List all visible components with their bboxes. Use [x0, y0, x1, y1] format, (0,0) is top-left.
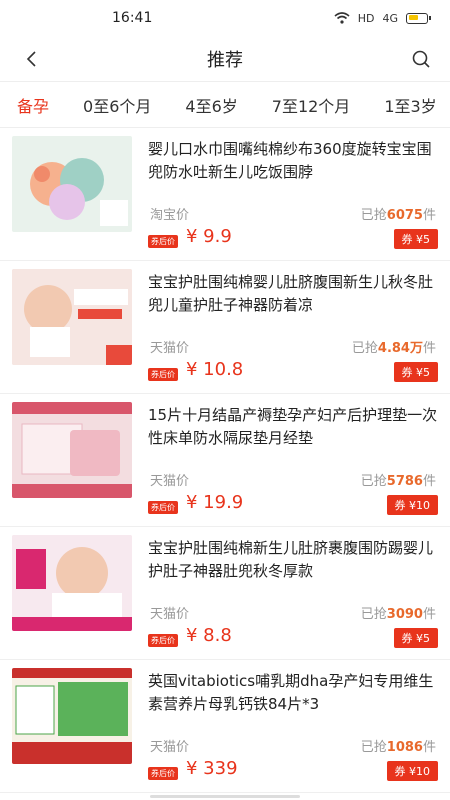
product-image[interactable] — [12, 269, 132, 365]
status-bar: 16:41 HD 4G — [0, 0, 450, 36]
sold-count: 已抢4.84万件 — [351, 341, 436, 356]
product-list: 婴儿口水巾围嘴纯棉纱布360度旋转宝宝围兜防水吐新生儿吃饭围脖 淘宝价 已抢60… — [0, 128, 450, 793]
coupon-button[interactable]: 券 ¥10 — [386, 495, 438, 515]
product-title[interactable]: 15片十月结晶产褥垫孕产妇产后护理垫一次性床单防水隔尿垫月经垫 — [148, 404, 440, 452]
chevron-left-icon — [26, 51, 36, 67]
product-item[interactable]: 英国vitabiotics哺乳期dha孕产妇专用维生素营养片母乳钙铁84片*3 … — [0, 660, 450, 793]
tab-7-12-months[interactable]: 7至12个月 — [260, 93, 351, 117]
battery-icon — [406, 12, 431, 24]
tab-prepregnancy[interactable]: 备孕 — [3, 93, 49, 117]
home-indicator — [150, 795, 300, 798]
coupon-button[interactable]: 券 ¥10 — [386, 761, 438, 781]
back-button[interactable] — [18, 46, 44, 72]
product-title[interactable]: 英国vitabiotics哺乳期dha孕产妇专用维生素营养片母乳钙铁84片*3 — [148, 670, 440, 718]
signal-label: 4G — [382, 11, 398, 25]
price: ¥ 339 — [186, 758, 238, 779]
product-item[interactable]: 宝宝护肚围纯棉新生儿肚脐裹腹围防踢婴儿护肚子神器肚兜秋冬厚款 天猫价 已抢309… — [0, 527, 450, 660]
coupon-button[interactable]: 券 ¥5 — [393, 362, 438, 382]
price: ¥ 9.9 — [186, 226, 232, 247]
platform-label: 天猫价 — [150, 474, 190, 489]
navbar: 推荐 — [0, 36, 450, 82]
product-image[interactable] — [12, 136, 132, 232]
search-button[interactable] — [408, 46, 434, 72]
category-tabs: 备孕 0至6个月 4至6岁 7至12个月 1至3岁 — [0, 82, 450, 128]
product-item[interactable]: 宝宝护肚围纯棉婴儿肚脐腹围新生儿秋冬肚兜儿童护肚子神器防着凉 天猫价 已抢4.8… — [0, 261, 450, 394]
coupon-price-tag: 券后价 — [148, 368, 178, 381]
tab-4-6-years[interactable]: 4至6岁 — [173, 93, 237, 117]
price: ¥ 8.8 — [186, 625, 232, 646]
status-icons: HD 4G — [334, 11, 431, 25]
network-label: HD — [357, 11, 375, 25]
coupon-price-tag: 券后价 — [148, 767, 178, 780]
wifi-icon — [334, 12, 350, 24]
search-icon — [412, 50, 430, 68]
product-image[interactable] — [12, 535, 132, 631]
sold-count: 已抢6075件 — [360, 208, 436, 223]
sold-count: 已抢3090件 — [360, 607, 436, 622]
price: ¥ 19.9 — [186, 492, 244, 513]
product-item[interactable]: 15片十月结晶产褥垫孕产妇产后护理垫一次性床单防水隔尿垫月经垫 天猫价 已抢57… — [0, 394, 450, 527]
platform-label: 淘宝价 — [150, 208, 190, 223]
product-image[interactable] — [12, 668, 132, 764]
platform-label: 天猫价 — [150, 740, 190, 755]
page-title: 推荐 — [207, 49, 243, 71]
price: ¥ 10.8 — [186, 359, 244, 380]
coupon-button[interactable]: 券 ¥5 — [393, 229, 438, 249]
coupon-price-tag: 券后价 — [148, 501, 178, 514]
coupon-price-tag: 券后价 — [148, 634, 178, 647]
coupon-price-tag: 券后价 — [148, 235, 178, 248]
coupon-button[interactable]: 券 ¥5 — [393, 628, 438, 648]
platform-label: 天猫价 — [150, 341, 190, 356]
product-title[interactable]: 婴儿口水巾围嘴纯棉纱布360度旋转宝宝围兜防水吐新生儿吃饭围脖 — [148, 138, 440, 186]
product-item[interactable]: 婴儿口水巾围嘴纯棉纱布360度旋转宝宝围兜防水吐新生儿吃饭围脖 淘宝价 已抢60… — [0, 128, 450, 261]
sold-count: 已抢1086件 — [360, 740, 436, 755]
product-title[interactable]: 宝宝护肚围纯棉婴儿肚脐腹围新生儿秋冬肚兜儿童护肚子神器防着凉 — [148, 271, 440, 319]
product-image[interactable] — [12, 402, 132, 498]
product-title[interactable]: 宝宝护肚围纯棉新生儿肚脐裹腹围防踢婴儿护肚子神器肚兜秋冬厚款 — [148, 537, 440, 585]
tab-1-3-years[interactable]: 1至3岁 — [372, 93, 436, 117]
tab-0-6-months[interactable]: 0至6个月 — [71, 93, 151, 117]
sold-count: 已抢5786件 — [360, 474, 436, 489]
platform-label: 天猫价 — [150, 607, 190, 622]
status-time: 16:41 — [112, 10, 153, 26]
